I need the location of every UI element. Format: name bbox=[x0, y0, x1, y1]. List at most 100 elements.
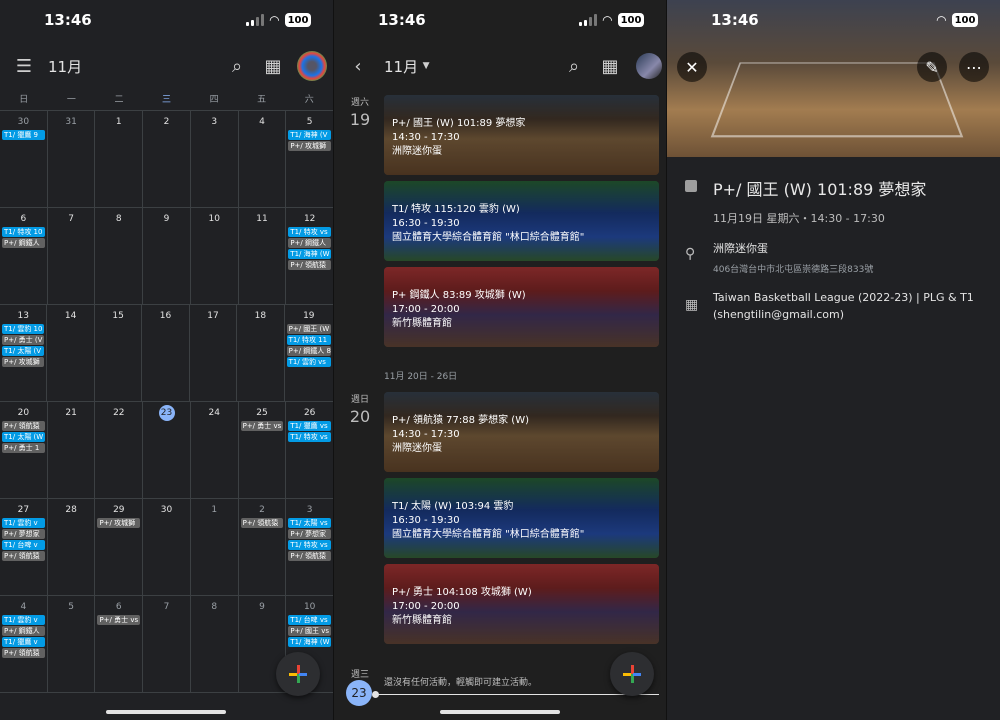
close-button[interactable]: ✕ bbox=[677, 52, 707, 82]
event-chip[interactable]: T1/ 雲豹 vs bbox=[286, 357, 331, 367]
event-chip[interactable]: T1/ 雲豹 v bbox=[2, 615, 45, 625]
menu-icon[interactable]: ☰ bbox=[10, 52, 38, 80]
event-chip[interactable]: T1/ 海神 (V bbox=[288, 130, 332, 140]
day-cell[interactable]: 2 P+/ 領航猿 bbox=[239, 499, 287, 595]
calendar-today-icon[interactable]: ▦ bbox=[596, 52, 624, 80]
avatar[interactable] bbox=[297, 51, 327, 81]
event-chip[interactable]: T1/ 太陽 (V bbox=[2, 346, 45, 356]
day-cell[interactable]: 12 T1/ 特攻 vs P+/ 鋼鐵人 T1/ 海神 (W P+/ 領航猿 bbox=[286, 208, 333, 304]
day-cell[interactable]: 22 bbox=[95, 402, 144, 498]
search-icon[interactable]: ⌕ bbox=[560, 52, 588, 80]
day-cell[interactable]: 5 T1/ 海神 (V P+/ 攻城獅 bbox=[286, 111, 333, 207]
day-cell[interactable]: 3 bbox=[191, 111, 239, 207]
event-chip[interactable]: T1/ 特攻 11 bbox=[286, 335, 331, 345]
event-chip[interactable]: T1/ 海神 (W bbox=[288, 637, 332, 647]
event-chip[interactable]: P+/ 鋼鐵人 bbox=[288, 238, 332, 248]
event-chip[interactable]: T1/ 特攻 vs bbox=[288, 540, 332, 550]
event-card[interactable]: P+/ 國王 (W) 101:89 夢想家 14:30 - 17:30 洲際迷你蛋 bbox=[384, 95, 659, 175]
event-chip[interactable]: P+/ 攻城獅 bbox=[288, 141, 332, 151]
day-cell[interactable]: 6 T1/ 特攻 10 P+/ 鋼鐵人 bbox=[0, 208, 48, 304]
event-card[interactable]: T1/ 太陽 (W) 103:94 雲豹 16:30 - 19:30 國立體育大學綜… bbox=[384, 478, 659, 558]
back-icon[interactable]: ‹ bbox=[344, 52, 372, 80]
avatar[interactable] bbox=[636, 53, 662, 79]
event-chip[interactable]: T1/ 特攻 vs bbox=[288, 227, 332, 237]
event-card[interactable]: P+/ 領航猿 77:88 夢想家 (W) 14:30 - 17:30 洲際迷你蛋 bbox=[384, 392, 659, 472]
day-cell[interactable]: 23 bbox=[143, 402, 191, 498]
chevron-down-icon[interactable]: ▼ bbox=[418, 52, 434, 80]
event-chip[interactable]: T1/ 雲豹 10 bbox=[2, 324, 45, 334]
day-cell[interactable]: 31 bbox=[48, 111, 96, 207]
day-cell[interactable]: 18 bbox=[237, 305, 285, 401]
day-cell[interactable]: 21 bbox=[48, 402, 96, 498]
event-card[interactable]: P+ 鋼鐵人 83:89 攻城獅 (W) 17:00 - 20:00 新竹縣體育館 bbox=[384, 267, 659, 347]
day-cell[interactable]: 28 bbox=[48, 499, 96, 595]
calendar-today-icon[interactable]: ▦ bbox=[259, 52, 287, 80]
day-cell[interactable]: 20 P+/ 領航猿 T1/ 太陽 (W P+/ 勇士 1 bbox=[0, 402, 48, 498]
day-cell[interactable]: 4 bbox=[239, 111, 287, 207]
event-chip[interactable]: T1/ 獵鷹 9 bbox=[2, 130, 45, 140]
day-cell[interactable]: 8 bbox=[191, 596, 239, 692]
day-cell[interactable]: 7 bbox=[143, 596, 191, 692]
event-chip[interactable]: P+/ 夢想家 bbox=[288, 529, 332, 539]
today-date-circle[interactable]: 23 bbox=[346, 680, 372, 706]
event-card[interactable]: T1/ 特攻 115:120 雲豹 (W) 16:30 - 19:30 國立體育大學… bbox=[384, 181, 659, 261]
event-chip[interactable]: P+/ 勇士 vs bbox=[240, 421, 284, 431]
event-chip[interactable]: T1/ 雲豹 v bbox=[2, 518, 45, 528]
event-chip[interactable]: P+/ 勇士 vs bbox=[97, 615, 141, 625]
day-cell[interactable]: 15 bbox=[95, 305, 143, 401]
event-card[interactable]: P+/ 勇士 104:108 攻城獅 (W) 17:00 - 20:00 新竹縣體育… bbox=[384, 564, 659, 644]
event-chip[interactable]: P+/ 攻城獅 bbox=[2, 357, 45, 367]
create-event-button[interactable] bbox=[276, 652, 320, 696]
day-cell[interactable]: 29 P+/ 攻城獅 bbox=[95, 499, 144, 595]
event-chip[interactable]: T1/ 太陽 (W bbox=[2, 432, 45, 442]
day-cell[interactable]: 1 bbox=[95, 111, 144, 207]
event-chip[interactable]: P+/ 領航猿 bbox=[2, 421, 45, 431]
day-cell[interactable]: 4 T1/ 雲豹 v P+/ 鋼鐵人 T1/ 獵鷹 v P+/ 領航猿 bbox=[0, 596, 48, 692]
event-chip[interactable]: T1/ 特攻 10 bbox=[2, 227, 45, 237]
day-cell[interactable]: 16 bbox=[142, 305, 190, 401]
event-chip[interactable]: T1/ 太陽 vs bbox=[288, 518, 332, 528]
empty-day-message[interactable]: 還沒有任何活動，輕觸即可建立活動。 bbox=[384, 675, 537, 688]
event-chip[interactable]: T1/ 獵鷹 v bbox=[2, 637, 45, 647]
day-cell[interactable]: 25 P+/ 勇士 vs bbox=[239, 402, 287, 498]
day-cell[interactable]: 19 P+/ 國王 (W T1/ 特攻 11 P+/ 鋼鐵人 8 T1/ 雲豹 vs bbox=[285, 305, 333, 401]
day-cell[interactable]: 3 T1/ 太陽 vs P+/ 夢想家 T1/ 特攻 vs P+/ 領航猿 bbox=[286, 499, 333, 595]
event-chip[interactable]: T1/ 台啤 v bbox=[2, 540, 45, 550]
event-chip[interactable]: P+/ 領航猿 bbox=[288, 551, 332, 561]
event-chip[interactable]: P+/ 領航猿 bbox=[2, 648, 45, 658]
event-chip[interactable]: P+/ 領航猿 bbox=[240, 518, 284, 528]
day-cell[interactable]: 27 T1/ 雲豹 v P+/ 夢想家 T1/ 台啤 v P+/ 領航猿 bbox=[0, 499, 48, 595]
day-cell[interactable]: 1 bbox=[191, 499, 239, 595]
event-chip[interactable]: P+/ 勇士 (V bbox=[2, 335, 45, 345]
event-chip[interactable]: P+/ 鋼鐵人 8 bbox=[286, 346, 331, 356]
event-chip[interactable]: T1/ 特攻 vs bbox=[288, 432, 332, 442]
event-chip[interactable]: P+/ 領航猿 bbox=[288, 260, 332, 270]
day-cell[interactable]: 11 bbox=[239, 208, 287, 304]
event-chip[interactable]: P+/ 國王 vs bbox=[288, 626, 332, 636]
day-cell[interactable]: 30 bbox=[143, 499, 191, 595]
day-cell[interactable]: 6 P+/ 勇士 vs bbox=[95, 596, 144, 692]
day-cell[interactable]: 26 T1/ 獵鷹 vs T1/ 特攻 vs bbox=[286, 402, 333, 498]
event-chip[interactable]: P+/ 領航猿 bbox=[2, 551, 45, 561]
event-chip[interactable]: T1/ 海神 (W bbox=[288, 249, 332, 259]
event-chip[interactable]: P+/ 國王 (W bbox=[286, 324, 331, 334]
event-chip[interactable]: T1/ 獵鷹 vs bbox=[288, 421, 332, 431]
day-cell[interactable]: 24 bbox=[191, 402, 239, 498]
more-button[interactable]: ⋯ bbox=[959, 52, 989, 82]
event-chip[interactable]: P+/ 鋼鐵人 bbox=[2, 238, 45, 248]
event-chip[interactable]: P+/ 夢想家 bbox=[2, 529, 45, 539]
month-title[interactable]: 11月 bbox=[384, 56, 418, 77]
day-cell[interactable]: 7 bbox=[48, 208, 96, 304]
day-cell[interactable]: 2 bbox=[143, 111, 191, 207]
event-chip[interactable]: T1/ 台啤 vs bbox=[288, 615, 332, 625]
day-cell[interactable]: 30 T1/ 獵鷹 9 bbox=[0, 111, 48, 207]
location-row[interactable]: ⚲ 洲際迷你蛋 406台灣台中市北屯區崇德路三段833號 bbox=[685, 240, 986, 275]
search-icon[interactable]: ⌕ bbox=[223, 52, 251, 80]
day-cell[interactable]: 17 bbox=[190, 305, 238, 401]
day-cell[interactable]: 5 bbox=[48, 596, 96, 692]
day-cell[interactable]: 13 T1/ 雲豹 10 P+/ 勇士 (V T1/ 太陽 (V P+/ 攻城獅 bbox=[0, 305, 48, 401]
edit-button[interactable]: ✎ bbox=[917, 52, 947, 82]
event-chip[interactable]: P+/ 攻城獅 bbox=[97, 518, 141, 528]
event-chip[interactable]: P+/ 鋼鐵人 bbox=[2, 626, 45, 636]
event-chip[interactable]: P+/ 勇士 1 bbox=[2, 443, 45, 453]
